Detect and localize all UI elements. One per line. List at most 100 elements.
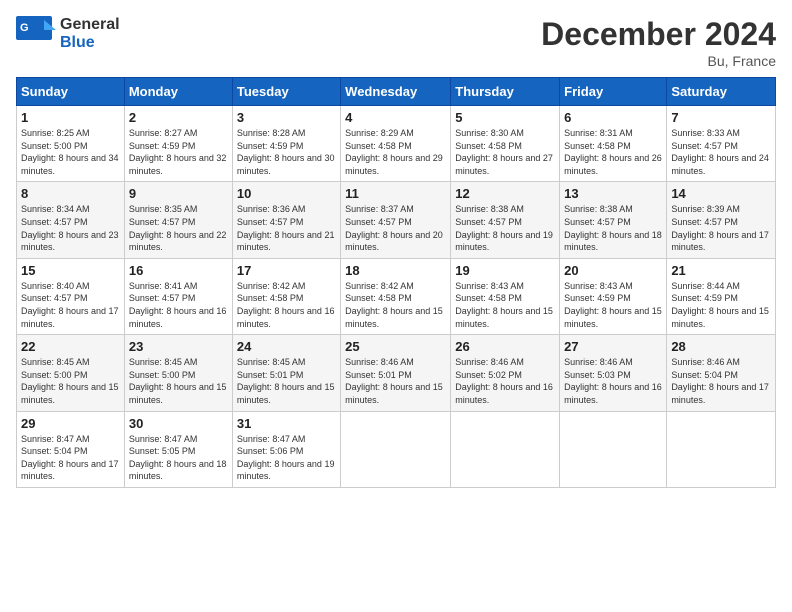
day-number: 27 xyxy=(564,339,662,354)
header-wednesday: Wednesday xyxy=(341,78,451,106)
calendar-cell: 26 Sunrise: 8:46 AM Sunset: 5:02 PM Dayl… xyxy=(451,335,560,411)
calendar-cell: 18 Sunrise: 8:42 AM Sunset: 4:58 PM Dayl… xyxy=(341,258,451,334)
day-number: 21 xyxy=(671,263,771,278)
day-number: 26 xyxy=(455,339,555,354)
day-number: 30 xyxy=(129,416,228,431)
calendar-cell: 13 Sunrise: 8:38 AM Sunset: 4:57 PM Dayl… xyxy=(560,182,667,258)
day-number: 11 xyxy=(345,186,446,201)
calendar-cell xyxy=(341,411,451,487)
calendar-cell: 3 Sunrise: 8:28 AM Sunset: 4:59 PM Dayli… xyxy=(232,106,340,182)
header-monday: Monday xyxy=(124,78,232,106)
calendar-cell: 6 Sunrise: 8:31 AM Sunset: 4:58 PM Dayli… xyxy=(560,106,667,182)
day-info: Sunrise: 8:25 AM Sunset: 5:00 PM Dayligh… xyxy=(21,127,120,177)
day-number: 7 xyxy=(671,110,771,125)
day-info: Sunrise: 8:45 AM Sunset: 5:00 PM Dayligh… xyxy=(129,356,228,406)
day-info: Sunrise: 8:42 AM Sunset: 4:58 PM Dayligh… xyxy=(345,280,446,330)
day-number: 17 xyxy=(237,263,336,278)
calendar-cell: 17 Sunrise: 8:42 AM Sunset: 4:58 PM Dayl… xyxy=(232,258,340,334)
day-info: Sunrise: 8:46 AM Sunset: 5:03 PM Dayligh… xyxy=(564,356,662,406)
calendar-cell: 10 Sunrise: 8:36 AM Sunset: 4:57 PM Dayl… xyxy=(232,182,340,258)
day-info: Sunrise: 8:44 AM Sunset: 4:59 PM Dayligh… xyxy=(671,280,771,330)
calendar-cell: 1 Sunrise: 8:25 AM Sunset: 5:00 PM Dayli… xyxy=(17,106,125,182)
day-number: 1 xyxy=(21,110,120,125)
logo-text-general: General xyxy=(60,16,120,33)
calendar-cell: 8 Sunrise: 8:34 AM Sunset: 4:57 PM Dayli… xyxy=(17,182,125,258)
day-number: 13 xyxy=(564,186,662,201)
calendar-cell: 5 Sunrise: 8:30 AM Sunset: 4:58 PM Dayli… xyxy=(451,106,560,182)
day-info: Sunrise: 8:30 AM Sunset: 4:58 PM Dayligh… xyxy=(455,127,555,177)
calendar-cell: 21 Sunrise: 8:44 AM Sunset: 4:59 PM Dayl… xyxy=(667,258,776,334)
calendar-cell: 30 Sunrise: 8:47 AM Sunset: 5:05 PM Dayl… xyxy=(124,411,232,487)
calendar-cell: 9 Sunrise: 8:35 AM Sunset: 4:57 PM Dayli… xyxy=(124,182,232,258)
calendar-cell: 12 Sunrise: 8:38 AM Sunset: 4:57 PM Dayl… xyxy=(451,182,560,258)
calendar-cell: 20 Sunrise: 8:43 AM Sunset: 4:59 PM Dayl… xyxy=(560,258,667,334)
day-number: 29 xyxy=(21,416,120,431)
day-info: Sunrise: 8:47 AM Sunset: 5:04 PM Dayligh… xyxy=(21,433,120,483)
day-info: Sunrise: 8:43 AM Sunset: 4:59 PM Dayligh… xyxy=(564,280,662,330)
logo-text-blue: Blue xyxy=(60,34,95,51)
calendar-table: Sunday Monday Tuesday Wednesday Thursday… xyxy=(16,77,776,488)
calendar-row: 1 Sunrise: 8:25 AM Sunset: 5:00 PM Dayli… xyxy=(17,106,776,182)
day-info: Sunrise: 8:28 AM Sunset: 4:59 PM Dayligh… xyxy=(237,127,336,177)
day-number: 25 xyxy=(345,339,446,354)
day-number: 24 xyxy=(237,339,336,354)
day-info: Sunrise: 8:46 AM Sunset: 5:01 PM Dayligh… xyxy=(345,356,446,406)
calendar-cell xyxy=(667,411,776,487)
calendar-cell: 11 Sunrise: 8:37 AM Sunset: 4:57 PM Dayl… xyxy=(341,182,451,258)
day-info: Sunrise: 8:42 AM Sunset: 4:58 PM Dayligh… xyxy=(237,280,336,330)
calendar-header-row: Sunday Monday Tuesday Wednesday Thursday… xyxy=(17,78,776,106)
calendar-cell: 31 Sunrise: 8:47 AM Sunset: 5:06 PM Dayl… xyxy=(232,411,340,487)
day-info: Sunrise: 8:35 AM Sunset: 4:57 PM Dayligh… xyxy=(129,203,228,253)
day-number: 18 xyxy=(345,263,446,278)
header-saturday: Saturday xyxy=(667,78,776,106)
svg-text:G: G xyxy=(20,22,29,34)
logo-icon: G xyxy=(16,16,56,52)
day-info: Sunrise: 8:47 AM Sunset: 5:05 PM Dayligh… xyxy=(129,433,228,483)
day-number: 3 xyxy=(237,110,336,125)
day-info: Sunrise: 8:38 AM Sunset: 4:57 PM Dayligh… xyxy=(564,203,662,253)
day-number: 10 xyxy=(237,186,336,201)
day-number: 22 xyxy=(21,339,120,354)
day-info: Sunrise: 8:39 AM Sunset: 4:57 PM Dayligh… xyxy=(671,203,771,253)
day-info: Sunrise: 8:36 AM Sunset: 4:57 PM Dayligh… xyxy=(237,203,336,253)
calendar-cell: 29 Sunrise: 8:47 AM Sunset: 5:04 PM Dayl… xyxy=(17,411,125,487)
logo: G General Blue xyxy=(16,16,120,52)
day-info: Sunrise: 8:41 AM Sunset: 4:57 PM Dayligh… xyxy=(129,280,228,330)
day-number: 14 xyxy=(671,186,771,201)
calendar-cell: 2 Sunrise: 8:27 AM Sunset: 4:59 PM Dayli… xyxy=(124,106,232,182)
calendar-cell: 27 Sunrise: 8:46 AM Sunset: 5:03 PM Dayl… xyxy=(560,335,667,411)
day-info: Sunrise: 8:46 AM Sunset: 5:04 PM Dayligh… xyxy=(671,356,771,406)
calendar-subtitle: Bu, France xyxy=(541,53,776,69)
day-info: Sunrise: 8:34 AM Sunset: 4:57 PM Dayligh… xyxy=(21,203,120,253)
day-info: Sunrise: 8:38 AM Sunset: 4:57 PM Dayligh… xyxy=(455,203,555,253)
day-number: 4 xyxy=(345,110,446,125)
header-friday: Friday xyxy=(560,78,667,106)
calendar-row: 22 Sunrise: 8:45 AM Sunset: 5:00 PM Dayl… xyxy=(17,335,776,411)
calendar-row: 15 Sunrise: 8:40 AM Sunset: 4:57 PM Dayl… xyxy=(17,258,776,334)
day-number: 28 xyxy=(671,339,771,354)
calendar-cell: 25 Sunrise: 8:46 AM Sunset: 5:01 PM Dayl… xyxy=(341,335,451,411)
day-number: 16 xyxy=(129,263,228,278)
day-info: Sunrise: 8:40 AM Sunset: 4:57 PM Dayligh… xyxy=(21,280,120,330)
calendar-title: December 2024 xyxy=(541,16,776,53)
day-number: 2 xyxy=(129,110,228,125)
calendar-cell: 28 Sunrise: 8:46 AM Sunset: 5:04 PM Dayl… xyxy=(667,335,776,411)
header-sunday: Sunday xyxy=(17,78,125,106)
day-info: Sunrise: 8:45 AM Sunset: 5:00 PM Dayligh… xyxy=(21,356,120,406)
day-info: Sunrise: 8:46 AM Sunset: 5:02 PM Dayligh… xyxy=(455,356,555,406)
calendar-cell xyxy=(560,411,667,487)
day-info: Sunrise: 8:43 AM Sunset: 4:58 PM Dayligh… xyxy=(455,280,555,330)
day-number: 15 xyxy=(21,263,120,278)
day-info: Sunrise: 8:27 AM Sunset: 4:59 PM Dayligh… xyxy=(129,127,228,177)
day-number: 20 xyxy=(564,263,662,278)
calendar-cell: 24 Sunrise: 8:45 AM Sunset: 5:01 PM Dayl… xyxy=(232,335,340,411)
day-info: Sunrise: 8:33 AM Sunset: 4:57 PM Dayligh… xyxy=(671,127,771,177)
day-number: 23 xyxy=(129,339,228,354)
day-info: Sunrise: 8:31 AM Sunset: 4:58 PM Dayligh… xyxy=(564,127,662,177)
day-info: Sunrise: 8:47 AM Sunset: 5:06 PM Dayligh… xyxy=(237,433,336,483)
day-info: Sunrise: 8:37 AM Sunset: 4:57 PM Dayligh… xyxy=(345,203,446,253)
calendar-cell: 15 Sunrise: 8:40 AM Sunset: 4:57 PM Dayl… xyxy=(17,258,125,334)
calendar-cell xyxy=(451,411,560,487)
calendar-cell: 22 Sunrise: 8:45 AM Sunset: 5:00 PM Dayl… xyxy=(17,335,125,411)
calendar-cell: 23 Sunrise: 8:45 AM Sunset: 5:00 PM Dayl… xyxy=(124,335,232,411)
